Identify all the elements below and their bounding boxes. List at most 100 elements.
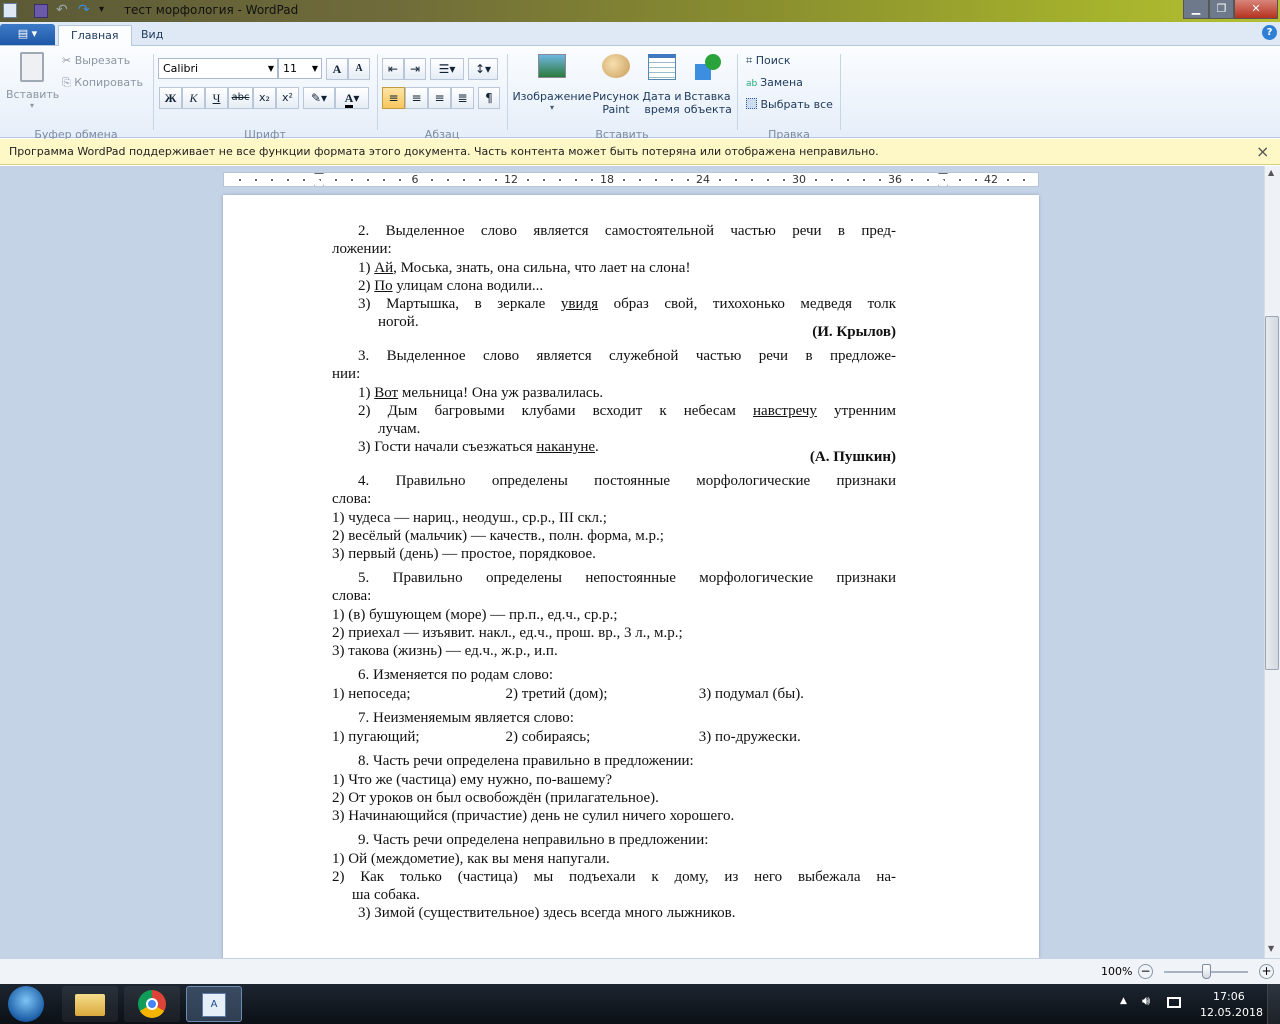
subscript-button[interactable]: x₂ [253, 87, 276, 109]
question-heading: 2. Выделенное слово является самостоятел… [332, 222, 896, 240]
scrollbar-thumb[interactable] [1265, 316, 1279, 670]
ruler-tick [351, 179, 353, 181]
text-line: 1) Что же (частица) ему нужно, по-вашему… [332, 771, 896, 789]
select-all-button[interactable]: Выбрать все [746, 98, 833, 111]
chevron-down-icon: ▼ [267, 64, 274, 73]
network-icon[interactable] [1167, 997, 1181, 1008]
minimize-button[interactable]: ▁ [1183, 0, 1209, 19]
tab-home[interactable]: Главная [58, 25, 132, 46]
text-segment: 1) [358, 260, 375, 276]
font-color-icon: A [344, 91, 354, 108]
highlight-color-button[interactable]: ✎▾ [303, 87, 335, 109]
replace-button[interactable]: ab Замена [746, 76, 803, 89]
question-7: 7. Неизменяемым является слово: 1) пугающ… [332, 709, 896, 746]
strikethrough-button[interactable]: abc [228, 87, 253, 109]
clock-date[interactable]: 12.05.2018 [1200, 1006, 1263, 1019]
ruler-tick [463, 179, 465, 181]
question-6: 6. Изменяется по родам слово: 1) непоседа… [332, 666, 896, 703]
find-button[interactable]: ⌗ Поиск [746, 54, 791, 68]
paste-button[interactable]: Вставить ▾ [6, 52, 59, 112]
line-spacing-button[interactable]: ↕▾ [468, 58, 498, 80]
bullets-button[interactable]: ☰▾ [430, 58, 464, 80]
copy-icon: ⎘ [62, 76, 75, 89]
ruler-tick [399, 179, 401, 181]
text-segment: 3) Гости начали съезжаться [358, 439, 537, 455]
increase-indent-button[interactable]: ⇥ [404, 58, 426, 80]
find-label: Поиск [755, 54, 791, 67]
font-color-button[interactable]: A▾ [335, 87, 369, 109]
shrink-font-button[interactable]: A [348, 58, 370, 80]
copy-button[interactable]: ⎘ Копировать [62, 76, 143, 90]
ruler-label: 18 [600, 173, 614, 186]
ruler-tick [1007, 179, 1009, 181]
paragraph-button[interactable]: ¶ [478, 87, 500, 109]
divider [737, 54, 738, 130]
help-icon[interactable]: ? [1262, 25, 1277, 40]
insert-image-button[interactable]: Изображение ▾ [512, 54, 592, 112]
undo-icon[interactable]: ↶ [56, 2, 68, 18]
paint-drawing-button[interactable]: Рисунок Paint [592, 54, 640, 116]
text-line: 2) приехал — изъявит. накл., ед.ч., прош… [332, 624, 896, 642]
zoom-slider-handle[interactable] [1202, 964, 1211, 979]
question-heading: 9. Часть речи определена неправильно в п… [332, 831, 896, 849]
zoom-out-button[interactable]: − [1138, 964, 1153, 979]
align-center-button[interactable]: ≡ [405, 87, 428, 109]
text-segment: 6. Изменяется по родам слово: [358, 667, 553, 683]
wordpad-icon: A [202, 993, 226, 1017]
ruler-tick [719, 179, 721, 181]
left-indent-marker[interactable] [314, 173, 324, 186]
text-segment: утренним [816, 403, 896, 419]
right-indent-marker[interactable] [938, 173, 948, 186]
ruler[interactable]: 6 12 18 24 30 36 42 [223, 172, 1039, 187]
document-text[interactable]: 2. Выделенное слово является самостоятел… [332, 222, 896, 922]
text-line: 1) (в) бушующем (море) — пр.п., ед.ч., с… [332, 606, 896, 624]
insert-object-button[interactable]: Вставка объекта [684, 54, 732, 116]
bold-button[interactable]: Ж [159, 87, 182, 109]
restore-button[interactable]: ❐ [1209, 0, 1234, 19]
align-right-button[interactable]: ≡ [428, 87, 451, 109]
text-line: 2) весёлый (мальчик) — качеств., полн. ф… [332, 527, 896, 545]
close-warning-button[interactable]: × [1256, 139, 1269, 165]
font-size-select[interactable]: 11 ▼ [278, 58, 322, 79]
zoom-in-button[interactable]: + [1259, 964, 1274, 979]
file-menu-button[interactable]: ▤ ▾ [0, 24, 55, 45]
paste-dropdown-icon: ▾ [29, 101, 34, 110]
ruler-tick [335, 179, 337, 181]
taskbar-chrome[interactable] [124, 986, 180, 1022]
text-segment: (И. Крылов) [812, 324, 896, 340]
text-segment: 3) такова (жизнь) — ед.ч., ж.р., и.п. [332, 643, 558, 659]
redo-icon[interactable]: ↷ [78, 2, 90, 18]
clock-time[interactable]: 17:06 [1213, 990, 1245, 1003]
date-time-button[interactable]: Дата и время [640, 54, 684, 116]
text-segment: 3) Зимой (существительное) здесь всегда … [358, 905, 736, 921]
taskbar-explorer[interactable] [62, 986, 118, 1022]
superscript-button[interactable]: x² [276, 87, 299, 109]
wordpad-app-icon[interactable] [3, 3, 17, 18]
underline-button[interactable]: Ч [205, 87, 228, 109]
close-button[interactable]: ✕ [1234, 0, 1278, 19]
taskbar-wordpad[interactable]: A [186, 986, 242, 1022]
align-left-button[interactable]: ≡ [382, 87, 405, 109]
ruler-label: 12 [504, 173, 518, 186]
text-segment: 2) Дым багровыми клубами всходит к небес… [358, 403, 754, 419]
show-desktop-button[interactable] [1267, 984, 1280, 1024]
font-family-select[interactable]: Calibri ▼ [158, 58, 278, 79]
start-button[interactable] [8, 986, 44, 1022]
text-segment: 1) Что же (частица) ему нужно, по-вашему… [332, 772, 613, 788]
show-hidden-icons-button[interactable]: ▲ [1120, 996, 1127, 1006]
ruler-tick [815, 179, 817, 181]
italic-button[interactable]: К [182, 87, 205, 109]
cut-button[interactable]: ✂ Вырезать [62, 54, 130, 67]
ruler-tick [767, 179, 769, 181]
tab-view[interactable]: Вид [129, 25, 175, 46]
ruler-tick [431, 179, 433, 181]
save-icon[interactable] [34, 4, 48, 18]
scroll-up-icon[interactable]: ▲ [1268, 168, 1274, 177]
grow-font-button[interactable]: A [326, 58, 348, 80]
decrease-indent-button[interactable]: ⇤ [382, 58, 404, 80]
text-line: слова: [332, 490, 896, 508]
volume-icon[interactable]: 🔊︎ [1142, 994, 1150, 1009]
scroll-down-icon[interactable]: ▼ [1268, 944, 1274, 953]
justify-button[interactable]: ≣ [451, 87, 474, 109]
customize-quick-access-icon[interactable]: ▾ [99, 4, 104, 15]
